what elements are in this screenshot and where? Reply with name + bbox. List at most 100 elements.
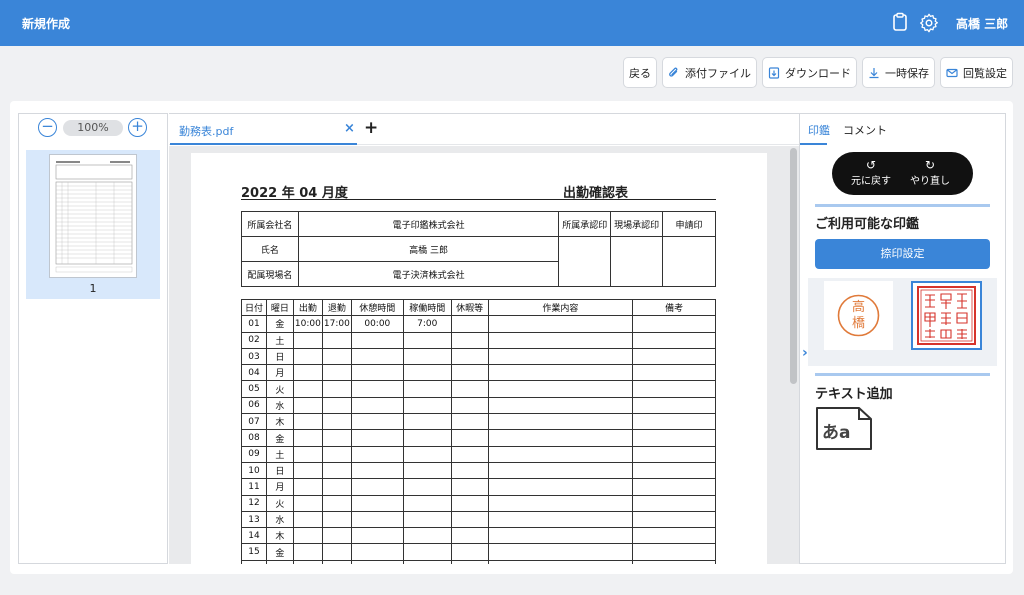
- table-cell: [402, 461, 452, 480]
- table-cell: [450, 478, 489, 496]
- name-label: 氏名: [241, 236, 299, 262]
- table-row: 15 金: [241, 543, 716, 561]
- table-row: 12 火: [241, 494, 716, 512]
- column-header: 備考: [632, 298, 716, 317]
- tab-stamp[interactable]: 印鑑: [808, 122, 830, 138]
- back-button[interactable]: 戻る: [623, 57, 657, 88]
- table-row: 04 月: [241, 364, 716, 382]
- gear-icon[interactable]: [918, 12, 940, 34]
- stamp-option-company[interactable]: [911, 281, 982, 350]
- add-tab-icon[interactable]: +: [364, 118, 378, 138]
- table-cell: [487, 315, 634, 333]
- table-cell: [292, 527, 323, 545]
- back-button-label: 戻る: [629, 66, 651, 80]
- table-cell: [487, 559, 634, 564]
- table-cell: 木: [265, 527, 294, 545]
- zoom-out-button[interactable]: −: [38, 118, 57, 137]
- table-cell: [450, 543, 489, 561]
- table-cell: 水: [265, 510, 294, 529]
- table-cell: [321, 527, 352, 545]
- table-cell: [321, 543, 352, 561]
- table-cell: [350, 559, 404, 564]
- table-cell: [402, 478, 452, 496]
- circulate-settings-button[interactable]: 回覧設定: [940, 57, 1013, 88]
- table-cell: 00:00: [350, 315, 404, 333]
- table-row: 08 金: [241, 429, 716, 447]
- table-cell: [487, 396, 634, 415]
- stamp-settings-button[interactable]: 捺印設定: [815, 239, 990, 269]
- table-cell: [321, 331, 352, 349]
- table-cell: [321, 510, 352, 529]
- table-cell: [350, 380, 404, 398]
- zoom-in-button[interactable]: +: [128, 118, 147, 137]
- column-header: 出勤: [292, 298, 323, 317]
- attach-file-label: 添付ファイル: [685, 66, 751, 80]
- table-cell: [487, 413, 634, 431]
- table-cell: [402, 527, 452, 545]
- close-icon[interactable]: ×: [344, 121, 355, 136]
- table-cell: [321, 429, 352, 447]
- tab-document[interactable]: 勤務表.pdf ×: [170, 114, 357, 145]
- personal-seal-icon: 高 橋: [837, 294, 880, 337]
- text-add-button[interactable]: あa: [815, 406, 873, 451]
- redo-icon: ↻: [924, 158, 936, 172]
- table-cell: 月: [265, 478, 294, 496]
- save-temp-label: 一時保存: [885, 66, 929, 80]
- approve1-stamp-cell[interactable]: [558, 236, 612, 287]
- table-cell: 10:00: [292, 315, 323, 333]
- download-button[interactable]: ダウンロード: [762, 57, 857, 88]
- table-cell: [487, 527, 634, 545]
- table-cell: [350, 331, 404, 349]
- table-cell: 木: [265, 413, 294, 431]
- approve2-stamp-cell[interactable]: [610, 236, 664, 287]
- table-cell: [632, 527, 716, 545]
- table-row: [241, 559, 716, 564]
- company-value: 電子印鑑株式会社: [297, 211, 560, 237]
- table-cell: [487, 478, 634, 496]
- table-cell: [241, 559, 267, 564]
- user-name[interactable]: 高橋 三郎: [956, 15, 1008, 32]
- table-cell: [321, 559, 352, 564]
- table-cell: [632, 445, 716, 463]
- save-temp-button[interactable]: 一時保存: [862, 57, 935, 88]
- table-cell: [487, 380, 634, 398]
- column-header: 退勤: [321, 298, 352, 317]
- table-cell: 土: [265, 331, 294, 349]
- redo-button[interactable]: ↻ やり直し: [907, 158, 953, 188]
- applicant-stamp-cell[interactable]: [662, 236, 716, 287]
- table-cell: [292, 396, 323, 415]
- table-cell: 12: [241, 494, 267, 512]
- table-cell: [450, 445, 489, 463]
- chevron-right-icon[interactable]: ›: [802, 345, 808, 361]
- document-tab-label: 勤務表.pdf: [179, 125, 234, 138]
- table-cell: [487, 510, 634, 529]
- table-cell: [321, 445, 352, 463]
- table-cell: [321, 347, 352, 366]
- table-cell: [487, 331, 634, 349]
- table-cell: 金: [265, 543, 294, 561]
- pdf-page[interactable]: 2022 年 04 月度 出勤確認表 所属会社名 電子印鑑株式会社 所属承認印 …: [191, 153, 767, 564]
- text-insert-icon: あa: [816, 407, 872, 450]
- table-cell: [450, 364, 489, 382]
- attach-file-button[interactable]: 添付ファイル: [662, 57, 757, 88]
- table-cell: 09: [241, 445, 267, 463]
- stamp-option-personal[interactable]: 高 橋: [824, 281, 893, 350]
- add-text-heading: テキスト追加: [815, 387, 893, 402]
- table-cell: [450, 347, 489, 366]
- undo-icon: ↺: [865, 158, 877, 172]
- table-cell: [350, 543, 404, 561]
- table-cell: [487, 347, 634, 366]
- table-cell: [292, 478, 323, 496]
- redo-label: やり直し: [910, 176, 950, 187]
- undo-button[interactable]: ↺ 元に戻す: [848, 158, 894, 188]
- download-label: ダウンロード: [785, 66, 851, 80]
- title-rule: [241, 199, 716, 200]
- table-row: 02 土: [241, 331, 716, 349]
- viewer-scrollbar[interactable]: [790, 148, 797, 384]
- app-header: 新規作成 高橋 三郎: [0, 0, 1024, 46]
- tab-comment[interactable]: コメント: [843, 122, 887, 138]
- table-cell: [350, 429, 404, 447]
- page-thumbnail-image[interactable]: [49, 154, 137, 278]
- table-cell: [292, 380, 323, 398]
- clipboard-icon[interactable]: [890, 12, 910, 32]
